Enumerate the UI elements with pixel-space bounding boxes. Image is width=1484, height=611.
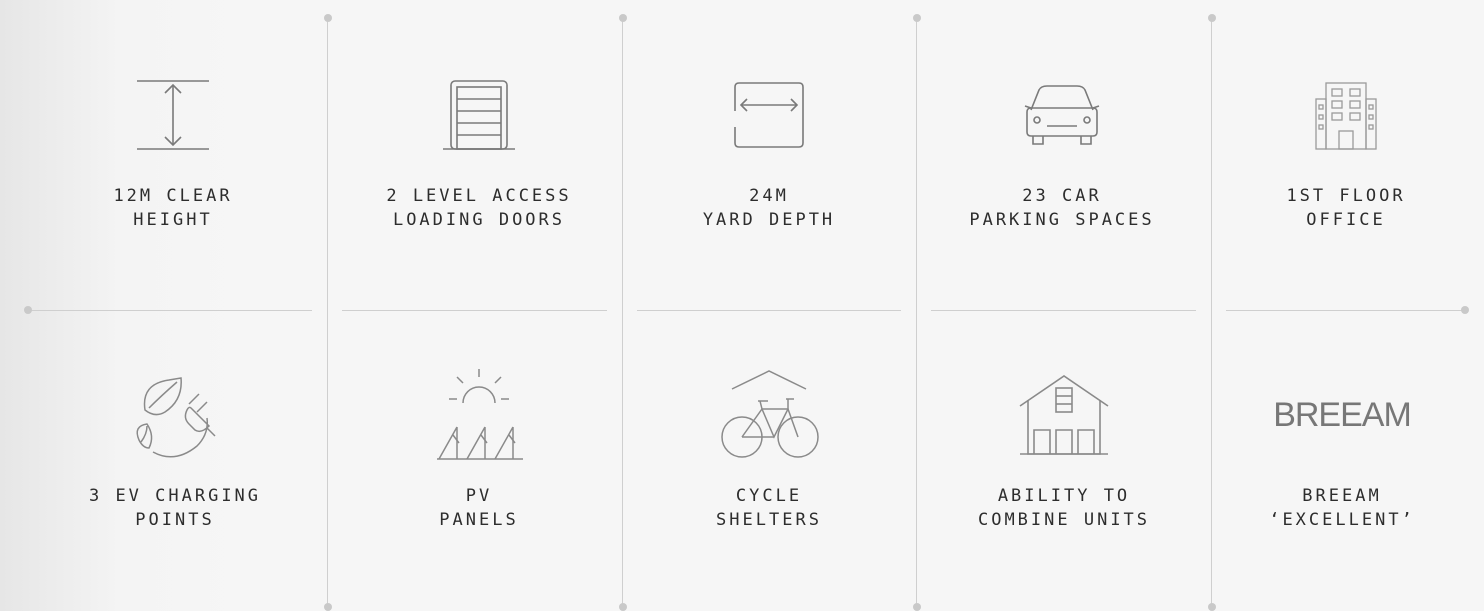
feature-pv-panels: PV PANELS [364, 360, 594, 532]
feature-car-parking: 23 CAR PARKING SPACES [947, 60, 1177, 232]
ev-charging-icon [125, 360, 225, 470]
divider [931, 310, 1196, 311]
grid-dot [619, 14, 627, 22]
feature-label: 24M YARD DEPTH [702, 186, 836, 230]
feature-label: 3 EV CHARGING POINTS [88, 486, 262, 530]
divider [637, 310, 901, 311]
feature-label: 1ST FLOOR OFFICE [1286, 186, 1406, 230]
grid-dot [619, 603, 627, 611]
feature-ev-charging: 3 EV CHARGING POINTS [60, 360, 290, 532]
grid-dot [913, 14, 921, 22]
divider [622, 18, 623, 608]
feature-label: CYCLE SHELTERS [716, 486, 822, 530]
feature-label: 2 LEVEL ACCESS LOADING DOORS [386, 186, 572, 230]
loading-door-icon [439, 60, 519, 170]
divider [342, 310, 607, 311]
feature-label: ABILITY TO COMBINE UNITS [977, 486, 1151, 530]
feature-label: PV PANELS [439, 486, 519, 530]
feature-yard-depth: 24M YARD DEPTH [654, 60, 884, 232]
grid-dot [1208, 603, 1216, 611]
feature-clear-height: 12M CLEAR HEIGHT [58, 60, 288, 232]
grid-dot [24, 306, 32, 314]
height-arrow-icon [133, 60, 213, 170]
breeam-logo: BREEAM [1273, 395, 1412, 434]
grid-dot [1461, 306, 1469, 314]
features-grid: 12M CLEAR HEIGHT 2 LEVEL ACCESS LOADING … [0, 0, 1484, 611]
divider [327, 18, 328, 608]
feature-office: 1ST FLOOR OFFICE [1231, 60, 1461, 232]
grid-dot [324, 603, 332, 611]
feature-cycle-shelters: CYCLE SHELTERS [654, 360, 884, 532]
divider [916, 18, 917, 608]
grid-dot [1208, 14, 1216, 22]
divider [1211, 18, 1212, 608]
bicycle-shelter-icon [714, 360, 824, 470]
feature-breeam: BREEAM BREEAM ‘EXCELLENT’ [1227, 360, 1457, 532]
car-icon [1017, 60, 1107, 170]
grid-dot [324, 14, 332, 22]
solar-panel-icon [429, 360, 529, 470]
divider [1226, 310, 1464, 311]
office-building-icon [1306, 60, 1386, 170]
yard-depth-icon [729, 60, 809, 170]
feature-label: 12M CLEAR HEIGHT [113, 186, 233, 230]
warehouse-units-icon [1014, 360, 1114, 470]
feature-label: 23 CAR PARKING SPACES [969, 186, 1155, 230]
grid-dot [913, 603, 921, 611]
feature-loading-doors: 2 LEVEL ACCESS LOADING DOORS [364, 60, 594, 232]
breeam-logo-icon: BREEAM [1273, 360, 1412, 470]
divider [30, 310, 312, 311]
feature-combine-units: ABILITY TO COMBINE UNITS [949, 360, 1179, 532]
feature-label: BREEAM ‘EXCELLENT’ [1269, 486, 1415, 530]
